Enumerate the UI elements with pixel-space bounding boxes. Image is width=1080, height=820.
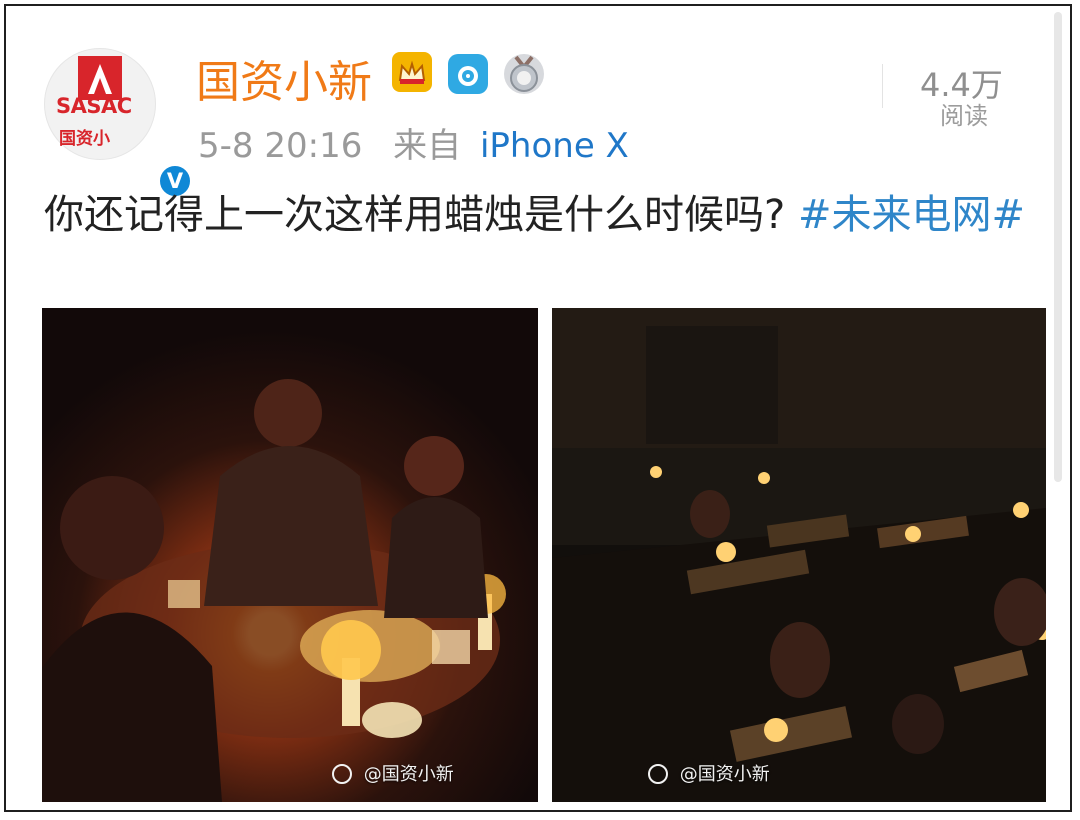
classroom-candles-scene (552, 308, 1046, 802)
weibo-logo-icon (648, 764, 668, 784)
medal-badge-icon[interactable] (504, 54, 544, 94)
account-name[interactable]: 国资小新 (196, 46, 372, 110)
avatar[interactable]: SASAC 国资小 V (44, 48, 193, 199)
post-message: 你还记得上一次这样用蜡烛是什么时候吗? (44, 192, 786, 238)
scrollbar[interactable] (1054, 12, 1062, 482)
post-text: 你还记得上一次这样用蜡烛是什么时候吗? #未来电网# (44, 184, 1044, 246)
post-time: 20:16 (264, 126, 363, 166)
candlelit-dinner-scene (42, 379, 506, 802)
post-date: 5-8 (198, 126, 254, 166)
hashtag-link[interactable]: #未来电网# (798, 192, 1025, 238)
candlelit-dinner-photo[interactable]: @国资小新 (42, 308, 538, 802)
avatar-brand-text: SASAC (56, 94, 132, 118)
weibo-logo-icon (332, 764, 352, 784)
image-watermark: @国资小新 (332, 760, 454, 786)
stats-divider (882, 64, 883, 108)
image-watermark: @国资小新 (648, 760, 770, 786)
source-link[interactable]: iPhone X (480, 126, 629, 166)
post-meta: 5-8 20:16 来自 iPhone X (198, 118, 629, 167)
read-label: 阅读 (940, 102, 988, 130)
avatar-chinese-text: 国资小 (59, 129, 110, 149)
classroom-candles-photo[interactable]: @国资小新 (552, 308, 1046, 802)
weibo-post-card: SASAC 国资小 V 国资小新 5-8 20:16 来自 iPhone X 4… (4, 4, 1072, 812)
camera-badge-icon[interactable] (448, 54, 488, 94)
crown-badge-icon[interactable] (392, 52, 432, 92)
source-prefix: 来自 (393, 126, 462, 166)
